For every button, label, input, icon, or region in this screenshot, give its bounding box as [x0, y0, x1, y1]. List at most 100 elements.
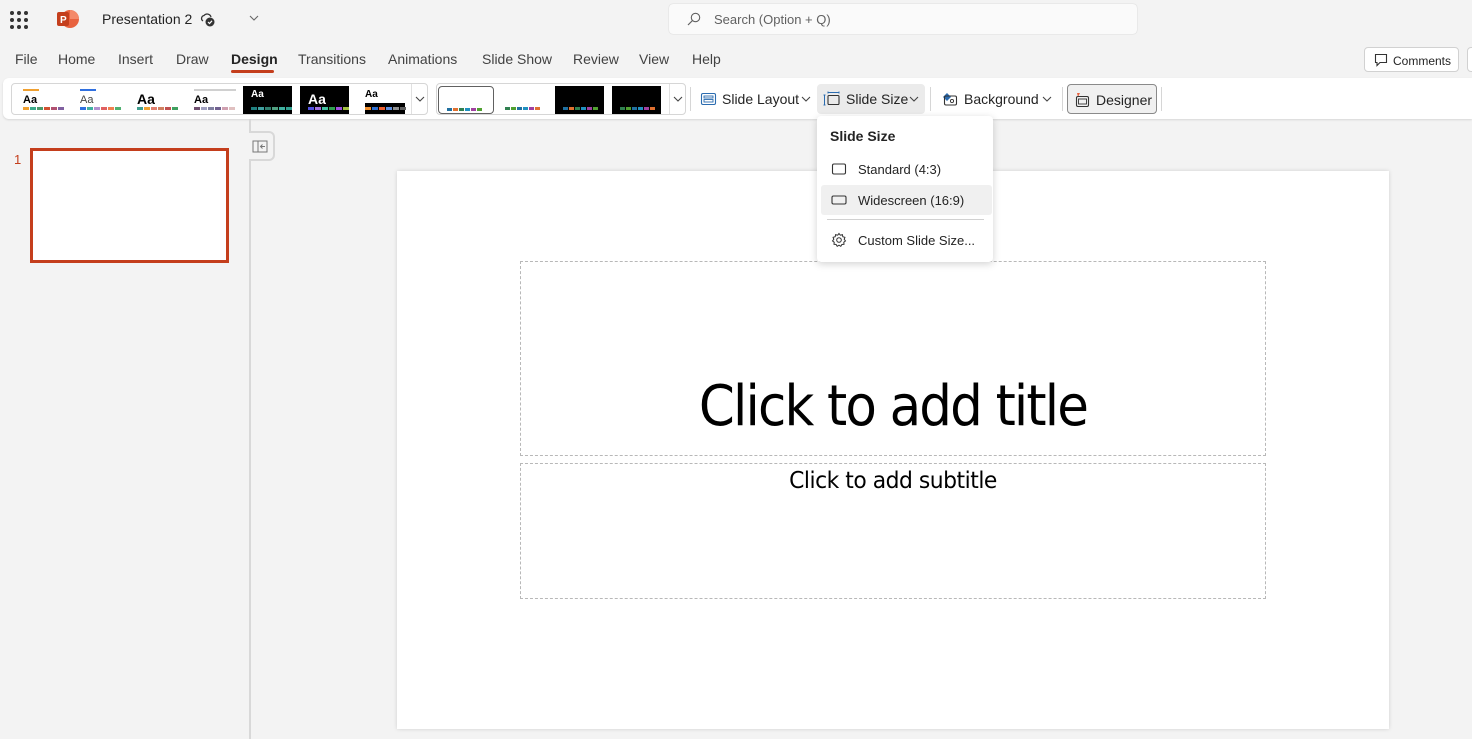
rectangle-icon	[831, 195, 847, 205]
panel-divider[interactable]	[249, 119, 251, 739]
color-swatch	[523, 107, 528, 110]
color-swatch	[477, 108, 482, 111]
menu-item-widescreen[interactable]: Widescreen (16:9)	[821, 185, 992, 215]
designer-button[interactable]: Designer	[1067, 84, 1157, 114]
tab-file[interactable]: File	[15, 51, 38, 67]
theme-option[interactable]: Aa	[357, 86, 406, 114]
comments-button[interactable]: Comments	[1364, 47, 1459, 72]
variant-option[interactable]	[438, 86, 494, 114]
color-swatch	[505, 107, 510, 110]
color-swatch	[372, 107, 378, 110]
color-swatch	[258, 107, 264, 110]
color-swatch	[23, 107, 29, 110]
comments-label: Comments	[1393, 54, 1452, 68]
color-swatch	[144, 107, 150, 110]
tab-slide-show[interactable]: Slide Show	[482, 51, 552, 67]
slide-thumbnail[interactable]	[30, 148, 229, 263]
color-swatch	[194, 107, 200, 110]
color-swatch	[308, 107, 314, 110]
color-swatch	[58, 107, 64, 110]
color-swatch	[379, 107, 385, 110]
tab-view[interactable]: View	[639, 51, 669, 67]
search-placeholder: Search (Option + Q)	[714, 12, 831, 27]
color-swatch	[30, 107, 36, 110]
title-bar: P Presentation 2 Search (Option + Q)	[0, 0, 1472, 40]
color-swatch	[581, 107, 586, 110]
theme-color-swatches	[23, 107, 64, 110]
variants-more-button[interactable]	[669, 84, 685, 114]
variant-option[interactable]	[497, 86, 546, 114]
chevron-down-icon[interactable]	[248, 12, 260, 24]
color-swatch	[229, 107, 235, 110]
color-swatch	[386, 107, 392, 110]
ribbon-divider	[1062, 87, 1063, 111]
tab-design[interactable]: Design	[231, 51, 278, 67]
tab-transitions[interactable]: Transitions	[298, 51, 366, 67]
color-swatch	[44, 107, 50, 110]
theme-option[interactable]: Aa	[300, 86, 349, 114]
color-swatch	[279, 107, 285, 110]
theme-sample-text: Aa	[251, 89, 264, 100]
app-launcher-icon[interactable]	[10, 11, 28, 29]
variant-option[interactable]	[555, 86, 604, 114]
theme-accent-bar	[194, 89, 236, 91]
color-swatch	[272, 107, 278, 110]
background-button[interactable]: Background	[935, 84, 1057, 114]
title-placeholder[interactable]: Click to add title	[520, 261, 1266, 456]
color-swatch	[465, 108, 470, 111]
theme-color-swatches	[365, 107, 406, 110]
theme-option[interactable]: Aa	[15, 86, 64, 114]
color-swatch	[80, 107, 86, 110]
menu-item-custom-size[interactable]: Custom Slide Size...	[821, 225, 992, 255]
menu-item-label: Custom Slide Size...	[858, 233, 976, 248]
subtitle-placeholder[interactable]: Click to add subtitle	[520, 463, 1266, 599]
slide-size-label: Slide Size	[846, 91, 909, 107]
color-swatch	[529, 107, 534, 110]
themes-more-button[interactable]	[411, 84, 427, 114]
theme-sample-text: Aa	[80, 94, 94, 106]
search-icon	[687, 12, 701, 26]
svg-text:P: P	[60, 15, 67, 26]
tab-home[interactable]: Home	[58, 51, 95, 67]
color-swatch	[569, 107, 574, 110]
theme-option[interactable]: Aa	[243, 86, 292, 114]
rectangle-icon	[831, 163, 847, 175]
collapse-panel-button[interactable]	[249, 131, 275, 161]
background-label: Background	[964, 91, 1039, 107]
theme-sample-text: Aa	[23, 94, 38, 106]
tab-help[interactable]: Help	[692, 51, 721, 67]
theme-option[interactable]: Aa	[72, 86, 121, 114]
color-swatch	[336, 107, 342, 110]
tab-insert[interactable]: Insert	[118, 51, 153, 67]
tab-review[interactable]: Review	[573, 51, 619, 67]
variant-option[interactable]	[612, 86, 661, 114]
color-swatch	[151, 107, 157, 110]
powerpoint-logo-icon: P	[57, 10, 79, 28]
title-placeholder-text: Click to add title	[698, 374, 1089, 439]
menu-item-standard[interactable]: Standard (4:3)	[821, 154, 992, 184]
collapse-panel-icon	[252, 140, 268, 153]
color-swatch	[563, 107, 568, 110]
share-button[interactable]	[1467, 47, 1472, 72]
cloud-saved-icon[interactable]	[199, 11, 215, 27]
color-swatch	[322, 107, 328, 110]
search-input[interactable]: Search (Option + Q)	[669, 4, 1137, 34]
theme-color-swatches	[194, 107, 235, 110]
slide-size-menu: Slide Size Standard (4:3) Widescreen (16…	[817, 116, 993, 262]
document-title[interactable]: Presentation 2	[102, 11, 192, 27]
theme-option[interactable]: Aa	[129, 86, 178, 114]
color-swatch	[365, 107, 371, 110]
variant-color-swatches	[505, 107, 540, 110]
theme-option[interactable]: Aa	[186, 86, 236, 114]
color-swatch	[638, 107, 643, 110]
variant-color-swatches	[563, 107, 598, 110]
slide-layout-button[interactable]: Slide Layout	[694, 84, 814, 114]
designer-icon	[1075, 93, 1090, 108]
color-swatch	[37, 107, 43, 110]
theme-color-swatches	[137, 107, 178, 110]
tab-animations[interactable]: Animations	[388, 51, 457, 67]
slide-size-button[interactable]: Slide Size	[817, 84, 925, 114]
color-swatch	[447, 108, 452, 111]
color-swatch	[215, 107, 221, 110]
tab-draw[interactable]: Draw	[176, 51, 209, 67]
